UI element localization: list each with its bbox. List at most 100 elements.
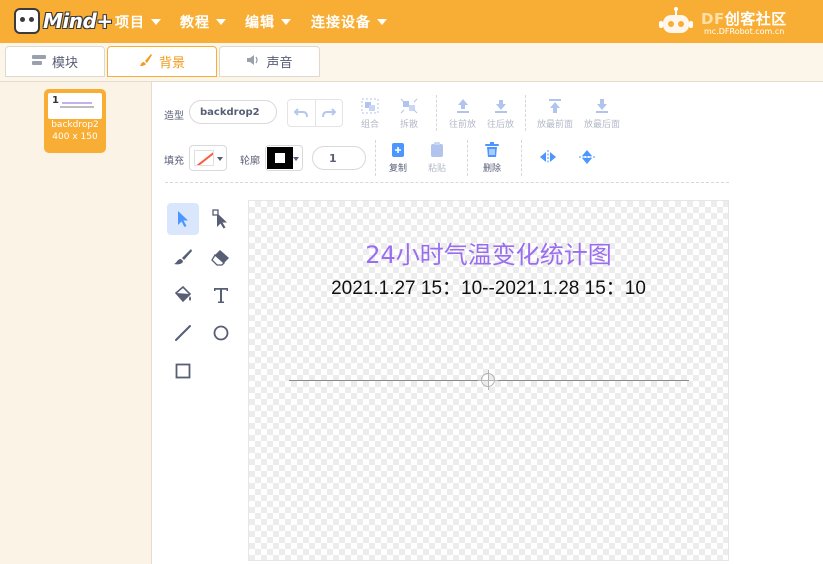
brush-icon — [174, 249, 192, 265]
canvas-date-range-text[interactable]: 2021.1.27 15：10--2021.1.28 15：10 — [249, 273, 728, 300]
tab-backdrops[interactable]: 背景 — [107, 46, 217, 77]
mascot-icon — [14, 8, 40, 34]
menu-edit-label: 编辑 — [245, 15, 275, 31]
brush-tool[interactable] — [167, 241, 199, 273]
tab-blocks[interactable]: 模块 — [5, 46, 105, 77]
flip-horizontal-icon — [540, 150, 556, 164]
paste-icon — [431, 142, 443, 157]
copy-button[interactable]: 复制 — [389, 142, 407, 174]
eraser-tool[interactable] — [205, 241, 237, 273]
fill-tool[interactable] — [167, 279, 199, 311]
caret-down-icon — [377, 19, 387, 25]
toolbar-separator — [375, 140, 376, 176]
ungroup-icon — [400, 98, 418, 114]
tab-sounds[interactable]: 声音 — [219, 46, 320, 77]
forward-button[interactable]: 往前放 — [449, 98, 476, 130]
backdrop-list: 1 backdrop2 400 x 150 — [0, 82, 152, 564]
toolbar-separator — [521, 140, 522, 176]
blocks-icon — [31, 54, 46, 70]
speaker-icon — [246, 54, 260, 70]
backdrop-number: 1 — [52, 95, 59, 106]
reshape-pointer-icon — [212, 209, 227, 229]
outline-width-input[interactable]: 1 — [312, 146, 366, 170]
undo-redo-group — [287, 99, 343, 127]
tab-backdrops-label: 背景 — [158, 56, 185, 71]
rectangle-icon — [175, 363, 191, 379]
costume-name-label: 造型 — [164, 111, 184, 122]
fill-color-picker[interactable] — [189, 145, 227, 171]
undo-button[interactable] — [288, 100, 315, 126]
bring-to-front-button[interactable]: 放最前面 — [537, 98, 573, 130]
outline-color-picker[interactable] — [265, 145, 303, 171]
chevron-down-icon — [293, 157, 299, 161]
flip-horizontal-button[interactable] — [539, 150, 557, 164]
paint-canvas[interactable]: 24小时气温变化统计图 2021.1.27 15：10--2021.1.28 1… — [248, 200, 729, 561]
menu-bar: Mind+ 项目 教程 编辑 连接设备 DF创客社区 mc.DFRobot.co… — [0, 0, 823, 43]
trash-icon — [485, 142, 499, 157]
arrow-to-bottom-icon — [596, 99, 608, 113]
toolbar-divider — [165, 182, 729, 183]
center-crosshair-icon — [478, 370, 498, 390]
community-title-rest: 创客社区 — [724, 10, 787, 28]
line-tool[interactable] — [167, 317, 199, 349]
ungroup-label: 拆散 — [400, 120, 419, 130]
delete-button[interactable]: 删除 — [483, 142, 501, 174]
community-url: mc.DFRobot.com.cn — [704, 27, 785, 36]
menu-connect-device[interactable]: 连接设备 — [311, 12, 387, 32]
circle-tool[interactable] — [205, 317, 237, 349]
redo-button[interactable] — [314, 100, 342, 126]
fill-none-swatch — [194, 150, 214, 166]
caret-down-icon — [151, 19, 161, 25]
community-title: DF创客社区 — [701, 8, 787, 29]
text-tool[interactable] — [205, 279, 237, 311]
backdrop-size: 400 x 150 — [52, 132, 98, 142]
group-button[interactable]: 组合 — [361, 98, 379, 130]
outline-black-swatch — [267, 147, 293, 169]
menu-connect-device-label: 连接设备 — [311, 15, 371, 31]
group-label: 组合 — [361, 120, 380, 130]
menu-edit[interactable]: 编辑 — [245, 12, 291, 32]
fill-label: 填充 — [164, 156, 184, 167]
backward-button[interactable]: 往后放 — [487, 98, 514, 130]
app-logo[interactable]: Mind+ — [14, 6, 113, 36]
menu-project-label: 项目 — [115, 15, 145, 31]
dfrobot-community-logo[interactable]: DF创客社区 mc.DFRobot.com.cn — [659, 4, 809, 40]
menu-project[interactable]: 项目 — [115, 12, 161, 32]
menu-tutorial[interactable]: 教程 — [180, 12, 226, 32]
backdrop-item[interactable]: 1 backdrop2 400 x 150 — [44, 89, 106, 153]
costume-name-input[interactable]: backdrop2 — [189, 100, 277, 124]
toolbar-separator — [467, 140, 468, 176]
logo-text: Mind+ — [43, 9, 113, 33]
circle-icon — [213, 325, 229, 341]
backward-label: 往后放 — [487, 120, 515, 130]
paint-bucket-icon — [174, 286, 192, 303]
thumb-title-mark — [62, 102, 92, 104]
backdrop-name: backdrop2 — [51, 120, 99, 130]
flip-vertical-button[interactable] — [579, 149, 595, 165]
eraser-icon — [211, 250, 229, 266]
forward-label: 往前放 — [449, 120, 477, 130]
paste-label: 粘贴 — [428, 164, 447, 174]
line-icon — [175, 325, 191, 341]
caret-down-icon — [281, 19, 291, 25]
rectangle-tool[interactable] — [167, 355, 199, 387]
ungroup-button[interactable]: 拆散 — [400, 98, 418, 130]
tab-sounds-label: 声音 — [266, 56, 293, 71]
reshape-tool[interactable] — [205, 203, 237, 235]
backdrop-thumbnail: 1 — [48, 93, 102, 119]
arrow-up-icon — [456, 99, 469, 113]
outline-label: 轮廓 — [240, 156, 260, 167]
canvas-title-text[interactable]: 24小时气温变化统计图 — [249, 235, 728, 270]
flip-vertical-icon — [579, 150, 595, 164]
community-title-prefix: DF — [701, 10, 725, 28]
send-to-back-button[interactable]: 放最后面 — [584, 98, 620, 130]
brush-icon — [139, 53, 153, 71]
paste-button[interactable]: 粘贴 — [428, 142, 446, 174]
delete-label: 删除 — [483, 164, 502, 174]
editor-tabs: 模块 背景 声音 — [0, 43, 823, 82]
select-tool[interactable] — [167, 203, 199, 235]
arrow-down-icon — [494, 100, 507, 113]
arrow-pointer-icon — [178, 211, 188, 227]
copy-label: 复制 — [389, 164, 408, 174]
thumb-subtitle-mark — [60, 106, 94, 108]
